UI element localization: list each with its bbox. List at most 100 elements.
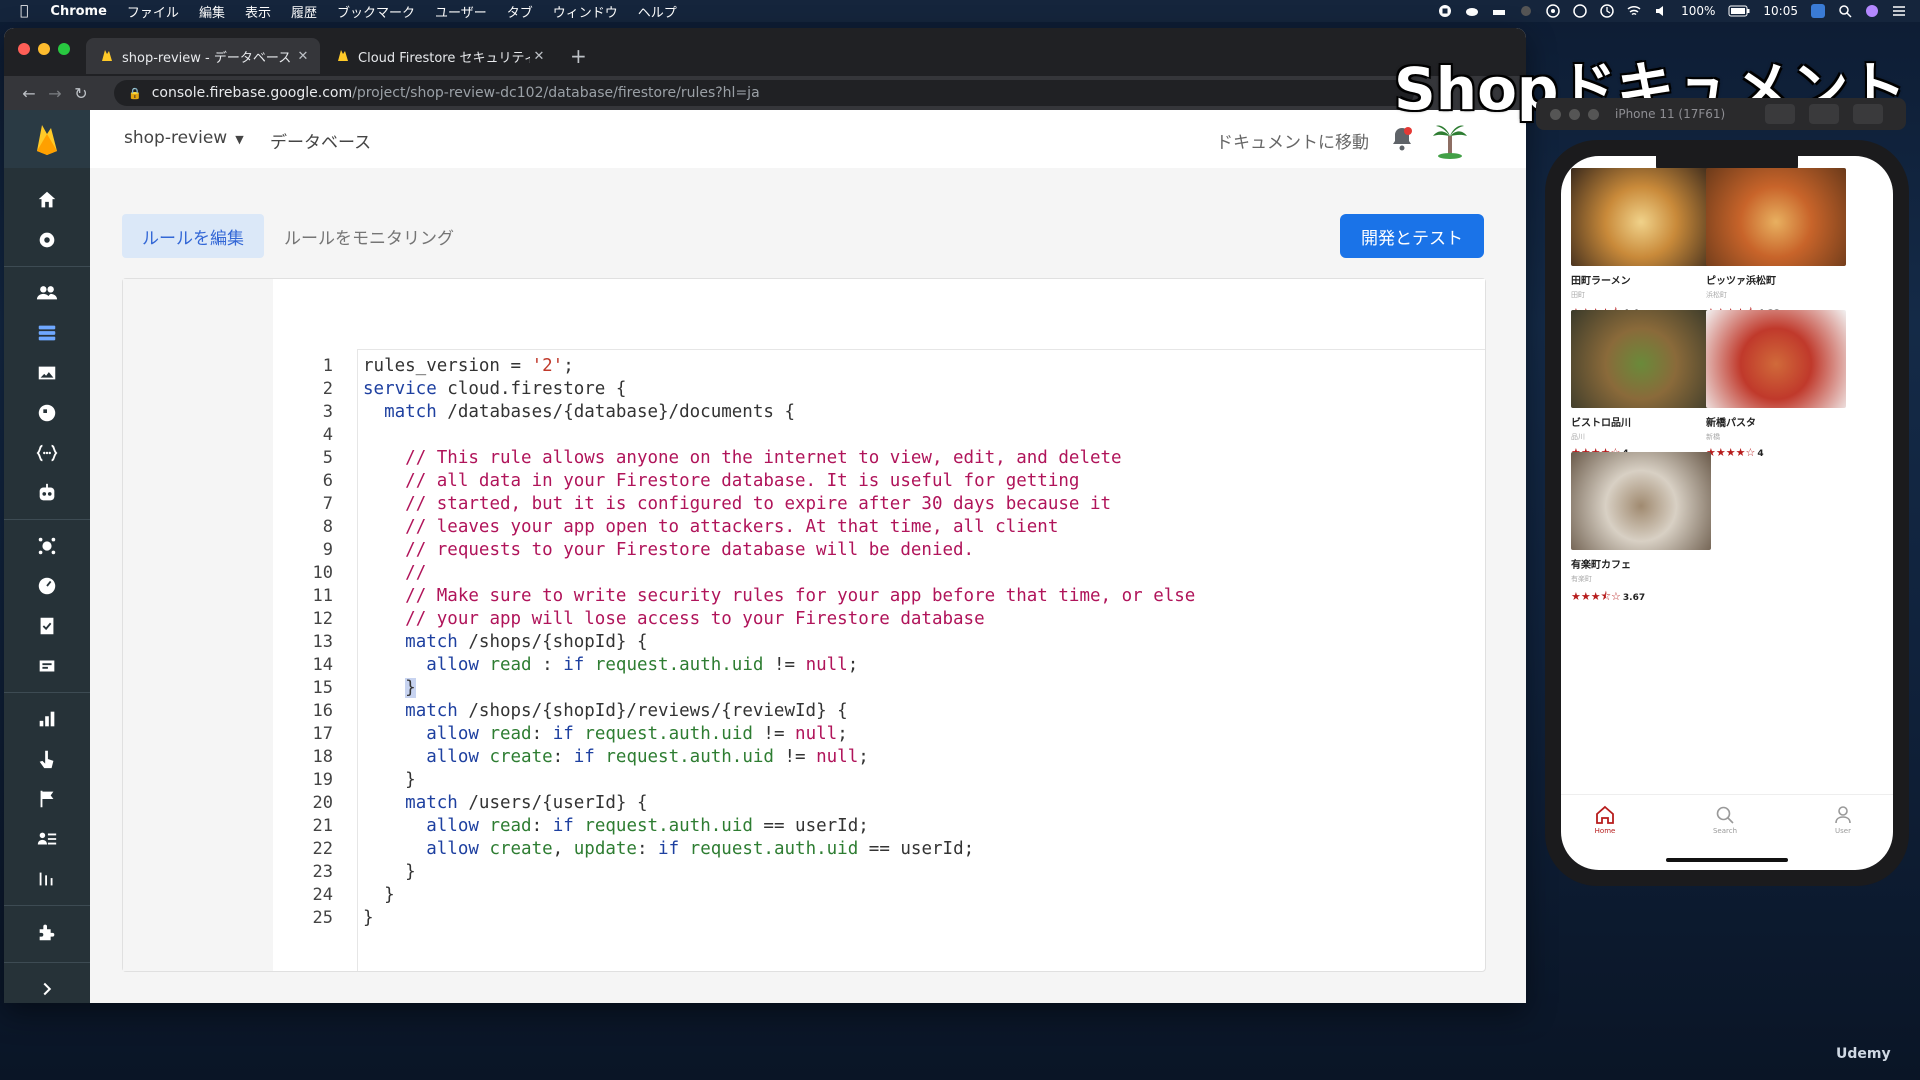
- screenshot-icon[interactable]: [1765, 104, 1796, 124]
- menu-history[interactable]: 履歴: [291, 2, 317, 21]
- shop-card[interactable]: 新橋パスタ 新橋 ★★★★☆ 4: [1706, 310, 1846, 459]
- docker-icon[interactable]: [1492, 4, 1506, 18]
- forward-icon[interactable]: →: [42, 84, 68, 103]
- sim-zoom-button[interactable]: [1588, 108, 1599, 120]
- code-line[interactable]: }: [363, 907, 1195, 930]
- code-line[interactable]: // This rule allows anyone on the intern…: [363, 447, 1195, 470]
- minimize-window-button[interactable]: [38, 43, 50, 55]
- performance-icon[interactable]: [4, 566, 90, 606]
- sim-close-button[interactable]: [1550, 108, 1561, 120]
- functions-icon[interactable]: [4, 433, 90, 473]
- battery-icon[interactable]: [1728, 4, 1750, 18]
- project-selector[interactable]: shop-review ▼: [124, 128, 244, 148]
- address-bar[interactable]: 🔒 console.firebase.google.com /project/s…: [114, 80, 1414, 106]
- code-line[interactable]: [363, 424, 1195, 447]
- input-method-icon[interactable]: [1811, 4, 1825, 18]
- code-area[interactable]: rules_version = '2'; service cloud.firest…: [363, 355, 1195, 930]
- code-line[interactable]: // started, but it is configured to expi…: [363, 493, 1195, 516]
- code-line[interactable]: }: [363, 769, 1195, 792]
- shop-card[interactable]: ビストロ品川品川★★★★☆4: [1571, 310, 1711, 459]
- home-icon[interactable]: [4, 180, 90, 220]
- ml-kit-icon[interactable]: [4, 473, 90, 513]
- browser-tab[interactable]: Cloud Firestore セキュリティ ル ✕: [322, 38, 556, 74]
- code-line[interactable]: // Make sure to write security rules for…: [363, 585, 1195, 608]
- record-icon[interactable]: [1438, 4, 1452, 18]
- code-line[interactable]: allow read: if request.auth.uid != null;: [363, 723, 1195, 746]
- storage-icon[interactable]: [4, 353, 90, 393]
- code-line[interactable]: }: [363, 677, 1195, 700]
- predictions-icon[interactable]: [4, 739, 90, 779]
- close-window-button[interactable]: [18, 43, 30, 55]
- menu-users[interactable]: ユーザー: [435, 2, 487, 21]
- avatar[interactable]: [1430, 120, 1470, 160]
- shop-card[interactable]: 田町ラーメン田町★★★★⯪4.4: [1571, 168, 1711, 323]
- code-line[interactable]: }: [363, 861, 1195, 884]
- code-line[interactable]: // all data in your Firestore database. …: [363, 470, 1195, 493]
- menu-app-name[interactable]: Chrome: [50, 4, 107, 19]
- wifi-icon[interactable]: [1627, 4, 1641, 18]
- docs-link[interactable]: ドキュメントに移動: [1216, 128, 1369, 153]
- code-line[interactable]: //: [363, 562, 1195, 585]
- menu-window[interactable]: ウィンドウ: [553, 2, 618, 21]
- reload-icon[interactable]: ↻: [68, 84, 94, 103]
- code-line[interactable]: service cloud.firestore {: [363, 378, 1195, 401]
- code-line[interactable]: allow read : if request.auth.uid != null…: [363, 654, 1195, 677]
- code-line[interactable]: match /shops/{shopId}/reviews/{reviewId}…: [363, 700, 1195, 723]
- dot-icon[interactable]: [1519, 4, 1533, 18]
- tab-edit-rules[interactable]: ルールを編集: [122, 214, 264, 258]
- new-tab-icon[interactable]: +: [570, 46, 587, 66]
- shop-card[interactable]: 有楽町カフェ 有楽町 ★★★⯪☆ 3.67: [1571, 452, 1711, 607]
- volume-icon[interactable]: [1654, 4, 1668, 18]
- extensions-icon[interactable]: [4, 912, 90, 952]
- tab-monitor-rules[interactable]: ルールをモニタリング: [264, 214, 474, 258]
- code-line[interactable]: // leaves your app open to attackers. At…: [363, 516, 1195, 539]
- authentication-icon[interactable]: [4, 273, 90, 313]
- code-line[interactable]: allow create, update: if request.auth.ui…: [363, 838, 1195, 861]
- apple-menu-icon[interactable]: : [20, 3, 28, 19]
- notifications-bell-icon[interactable]: [1390, 126, 1414, 152]
- crashlytics-icon[interactable]: [4, 526, 90, 566]
- accessibility-icon[interactable]: [1573, 4, 1587, 18]
- nav-user[interactable]: User: [1813, 805, 1873, 835]
- code-line[interactable]: }: [363, 884, 1195, 907]
- expand-rail-chevron-icon[interactable]: [4, 969, 90, 1003]
- home-button-icon[interactable]: [1809, 104, 1840, 124]
- settings-gear-icon[interactable]: [4, 220, 90, 260]
- menu-view[interactable]: 表示: [245, 2, 271, 21]
- nav-home[interactable]: Home: [1575, 805, 1635, 835]
- code-line[interactable]: // your app will lose access to your Fir…: [363, 608, 1195, 631]
- cloud-icon[interactable]: [1465, 4, 1479, 18]
- menu-edit[interactable]: 編集: [199, 2, 225, 21]
- menu-help[interactable]: ヘルプ: [638, 2, 677, 21]
- hosting-icon[interactable]: [4, 393, 90, 433]
- rules-editor[interactable]: 1 2 3 4 5 6 7 8 9 10 11 12 13 14 15 16 17 18 19 20 21 22 23 24 2…: [122, 278, 1486, 972]
- sim-minimize-button[interactable]: [1569, 108, 1580, 120]
- zoom-window-button[interactable]: [58, 43, 70, 55]
- close-tab-icon[interactable]: ✕: [530, 49, 548, 64]
- shop-card[interactable]: ピッツァ浜松町浜松町★★★★⯪4.33: [1706, 168, 1846, 323]
- in-app-messaging-icon[interactable]: [4, 819, 90, 859]
- spotlight-icon[interactable]: [1838, 4, 1852, 18]
- code-line[interactable]: match /users/{userId} {: [363, 792, 1195, 815]
- menu-tab[interactable]: タブ: [507, 2, 533, 21]
- nav-search[interactable]: Search: [1695, 805, 1755, 835]
- time-machine-icon[interactable]: [1600, 4, 1614, 18]
- code-line[interactable]: allow create: if request.auth.uid != nul…: [363, 746, 1195, 769]
- code-line[interactable]: // requests to your Firestore database w…: [363, 539, 1195, 562]
- code-line[interactable]: match /shops/{shopId} {: [363, 631, 1195, 654]
- develop-and-test-button[interactable]: 開発とテスト: [1340, 214, 1484, 258]
- remote-config-icon[interactable]: [4, 859, 90, 899]
- code-line[interactable]: rules_version = '2';: [363, 355, 1195, 378]
- ab-testing-flag-icon[interactable]: [4, 779, 90, 819]
- clock[interactable]: 10:05: [1763, 4, 1798, 18]
- code-line[interactable]: match /databases/{database}/documents {: [363, 401, 1195, 424]
- menu-bookmarks[interactable]: ブックマーク: [337, 2, 415, 21]
- siri-icon[interactable]: [1865, 4, 1879, 18]
- close-tab-icon[interactable]: ✕: [294, 49, 312, 64]
- app-distribution-icon[interactable]: [4, 646, 90, 686]
- back-icon[interactable]: ←: [16, 84, 42, 103]
- firebase-logo-icon[interactable]: [4, 110, 90, 168]
- test-lab-icon[interactable]: [4, 606, 90, 646]
- lock-icon[interactable]: 🔒: [128, 87, 142, 100]
- analytics-icon[interactable]: [4, 699, 90, 739]
